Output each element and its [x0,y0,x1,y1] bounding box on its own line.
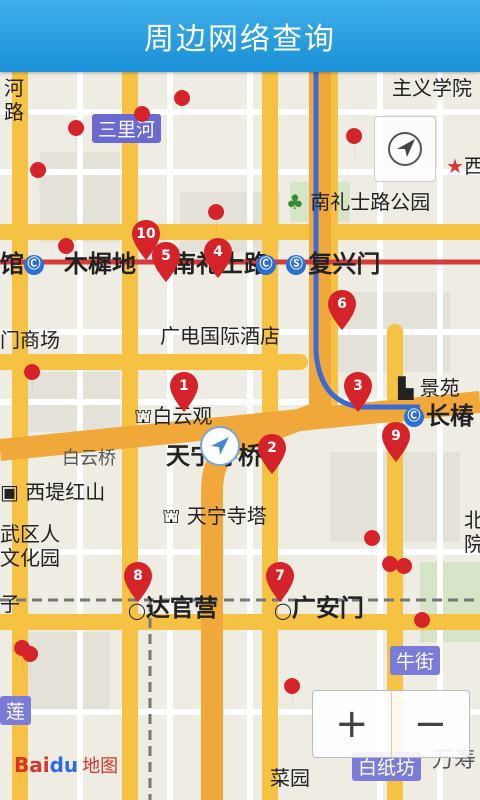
small-pin-icon [30,162,47,200]
small-pin-icon [346,128,363,166]
compass-button[interactable] [374,116,436,182]
compass-icon [388,132,422,166]
location-arrow-icon [211,437,229,455]
small-pin-icon [24,364,41,402]
small-pin-icon [382,556,399,594]
baidu-map-logo: Baidu 地图 [14,753,119,777]
small-pin-icon [396,558,413,596]
small-pin-icon [22,646,39,684]
map-view[interactable]: 河 路 三里河 主义学院 ★西 ♣ 南礼士路公园 馆Ⓒ 木樨地 南礼士路 Ⓒ Ⓢ… [0,72,480,800]
small-pin-icon [68,120,85,158]
small-pin-icon [284,678,301,716]
small-pin-icon [58,238,75,276]
my-location-button[interactable] [200,426,240,466]
small-pin-icon [208,204,225,242]
small-pin-icon [414,612,431,650]
zoom-control: + − [312,690,470,758]
zoom-out-button[interactable]: − [392,691,470,757]
app-header: 周边网络查询 [0,0,480,72]
small-pin-icon [174,90,191,128]
page-title: 周边网络查询 [144,22,336,57]
zoom-in-button[interactable]: + [313,691,391,757]
small-pin-icon [134,106,151,144]
small-pin-icon [364,530,381,568]
